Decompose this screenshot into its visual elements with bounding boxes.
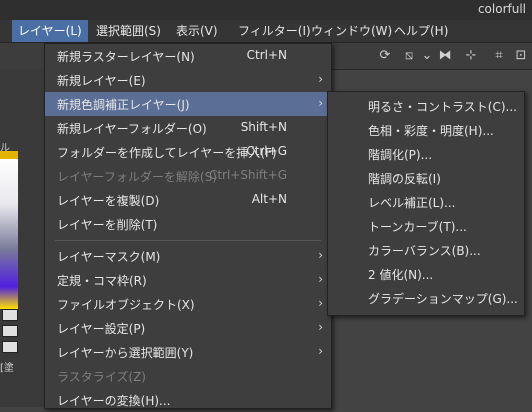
- rotate-icon[interactable]: ⟳: [376, 47, 394, 65]
- chevron-down-icon[interactable]: ⌄: [418, 47, 436, 65]
- menu-item-rasterize: ラスタライズ(Z): [57, 370, 146, 384]
- submenu-item-tone-curve[interactable]: トーンカーブ(T)...: [328, 214, 524, 238]
- submenu-item-level-correction[interactable]: レベル補正(L)...: [328, 190, 524, 214]
- flip-horizontal-icon[interactable]: ⧓: [436, 47, 454, 65]
- menu-filter[interactable]: フィルター(I): [232, 20, 317, 42]
- menu-item-layer-mask[interactable]: レイヤーマスク(M) ›: [45, 244, 331, 268]
- submenu-item-binarization[interactable]: 2 値化(N)...: [328, 262, 524, 286]
- menu-help[interactable]: ヘルプ(H): [388, 20, 454, 42]
- menu-item-new-correction-layer[interactable]: 新規色調補正レイヤー(J) ›: [45, 92, 331, 116]
- color-wheel[interactable]: [0, 159, 18, 309]
- menu-item-new-layer-folder[interactable]: 新規レイヤーフォルダー(O) Shift+N: [45, 116, 331, 140]
- crop-icon[interactable]: ⌗: [490, 47, 508, 65]
- menu-separator: [55, 240, 321, 241]
- chevron-right-icon: ›: [318, 96, 323, 110]
- menu-item-selection-from-layer[interactable]: レイヤーから選択範囲(Y) ›: [45, 340, 331, 364]
- correction-layer-submenu: 明るさ・コントラスト(C)... 色相・彩度・明度(H)... 階調化(P)..…: [327, 91, 525, 316]
- layer-menu: 新規ラスターレイヤー(N) Ctrl+N 新規レイヤー(E) › 新規色調補正レ…: [44, 43, 332, 409]
- chevron-right-icon: ›: [318, 248, 323, 262]
- submenu-item-posterize[interactable]: 階調化(P)...: [328, 142, 524, 166]
- chevron-right-icon: ›: [318, 272, 323, 286]
- menu-item-new-layer[interactable]: 新規レイヤー(E) ›: [45, 68, 331, 92]
- menu-layer[interactable]: レイヤー(L): [12, 20, 88, 42]
- chevron-right-icon: ›: [318, 296, 323, 310]
- chevron-right-icon: ›: [318, 72, 323, 86]
- chevron-right-icon: ›: [318, 344, 323, 358]
- submenu-item-gradient-map[interactable]: グラデーションマップ(G)...: [328, 286, 524, 310]
- submenu-item-reverse-gradient[interactable]: 階調の反転(I): [328, 166, 524, 190]
- menu-item-release-folder: レイヤーフォルダーを解除(S) Ctrl+Shift+G: [57, 168, 287, 184]
- menu-window[interactable]: ウィンドウ(W): [305, 20, 398, 42]
- color-chip[interactable]: [2, 325, 18, 337]
- chevron-right-icon: ›: [318, 320, 323, 334]
- menu-item-layer-settings[interactable]: レイヤー設定(P) ›: [45, 316, 331, 340]
- menu-selection[interactable]: 選択範囲(S): [90, 20, 167, 42]
- window-title: colorfull: [477, 2, 526, 16]
- menu-item-new-raster-layer[interactable]: 新規ラスターレイヤー(N) Ctrl+N: [45, 44, 331, 68]
- menu-item-convert-layer[interactable]: レイヤーの変換(H)...: [45, 388, 331, 412]
- left-panel: ル [塗: [0, 69, 44, 407]
- menu-item-ruler-frame[interactable]: 定規・コマ枠(R) ›: [45, 268, 331, 292]
- transform-icon[interactable]: ⧅: [400, 47, 418, 65]
- submenu-item-hue-saturation[interactable]: 色相・彩度・明度(H)...: [328, 118, 524, 142]
- submenu-item-brightness-contrast[interactable]: 明るさ・コントラスト(C)...: [328, 94, 524, 118]
- flip-vertical-icon[interactable]: ⊹: [462, 47, 480, 65]
- panel-label: [塗: [0, 363, 14, 374]
- menu-item-create-folder-insert[interactable]: フォルダーを作成してレイヤーを挿入(F) Ctrl+G: [45, 140, 331, 164]
- menu-bar: レイヤー(L) 選択範囲(S) 表示(V) フィルター(I) ウィンドウ(W) …: [0, 20, 532, 43]
- frame-icon[interactable]: ⊡: [512, 47, 530, 65]
- menu-item-delete-layer[interactable]: レイヤーを削除(T): [45, 212, 331, 236]
- color-chip[interactable]: [2, 341, 18, 353]
- menu-view[interactable]: 表示(V): [170, 20, 224, 42]
- title-bar: colorfull: [0, 0, 532, 20]
- color-chip[interactable]: [2, 309, 18, 321]
- menu-item-file-object[interactable]: ファイルオブジェクト(X) ›: [45, 292, 331, 316]
- menu-item-duplicate-layer[interactable]: レイヤーを複製(D) Alt+N: [45, 188, 331, 212]
- submenu-item-color-balance[interactable]: カラーバランス(B)...: [328, 238, 524, 262]
